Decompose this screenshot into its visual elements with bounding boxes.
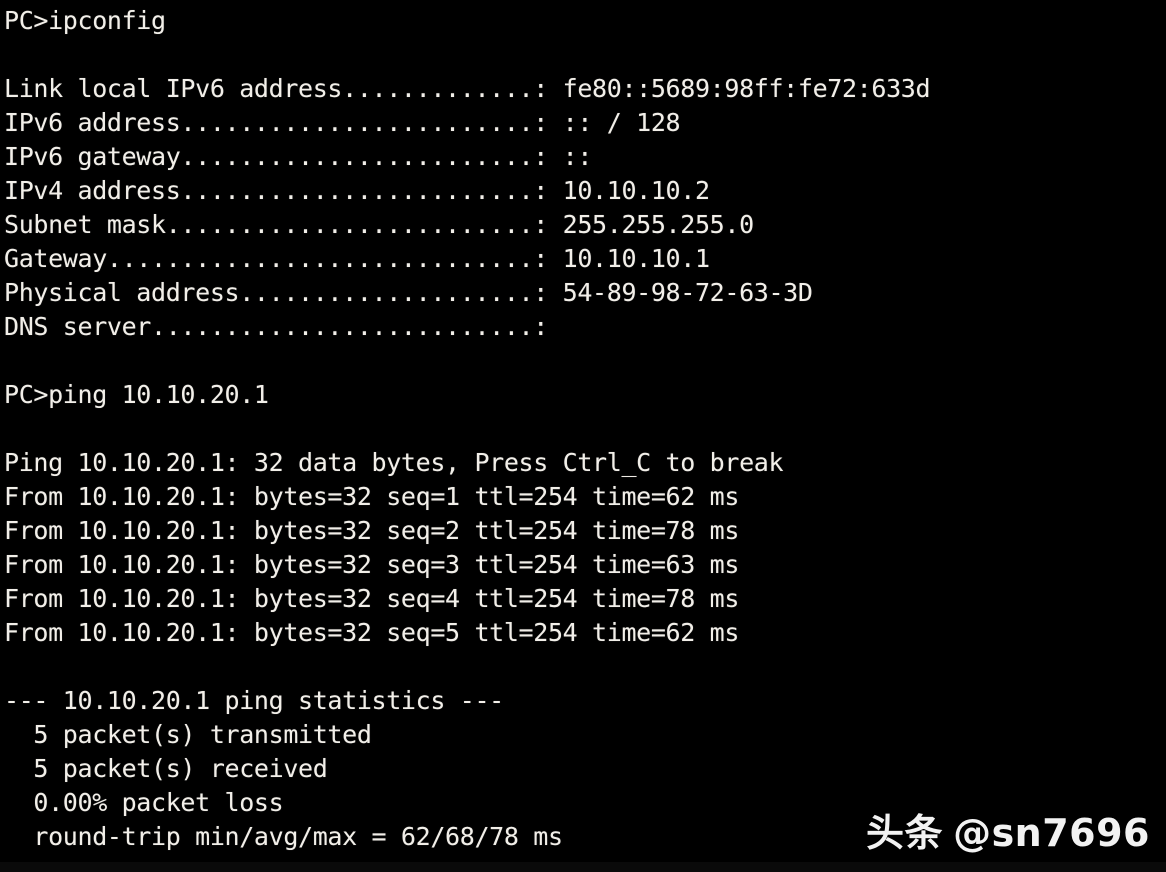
console-line: Ping 10.10.20.1: 32 data bytes, Press Ct… [4, 448, 784, 477]
console-line: Subnet mask.........................: 25… [4, 210, 754, 239]
console-output: PC>ipconfig Link local IPv6 address......… [4, 4, 1166, 854]
console-line: PC>ipconfig [4, 6, 166, 35]
console-line: From 10.10.20.1: bytes=32 seq=5 ttl=254 … [4, 618, 740, 647]
console-line: IPv6 gateway........................: :: [4, 142, 593, 171]
console-line: round-trip min/avg/max = 62/68/78 ms [4, 822, 563, 851]
console-line: IPv4 address........................: 10… [4, 176, 710, 205]
console-line: From 10.10.20.1: bytes=32 seq=2 ttl=254 … [4, 516, 740, 545]
console-line: 5 packet(s) received [4, 754, 328, 783]
console-line: 5 packet(s) transmitted [4, 720, 372, 749]
console-line: Link local IPv6 address.............: fe… [4, 74, 931, 103]
console-line: From 10.10.20.1: bytes=32 seq=3 ttl=254 … [4, 550, 740, 579]
console-line: IPv6 address........................: ::… [4, 108, 681, 137]
terminal-window[interactable]: PC>ipconfig Link local IPv6 address......… [0, 0, 1166, 872]
console-line: --- 10.10.20.1 ping statistics --- [4, 686, 504, 715]
console-line: Gateway.............................: 10… [4, 244, 710, 273]
console-line: From 10.10.20.1: bytes=32 seq=1 ttl=254 … [4, 482, 740, 511]
console-line: Physical address....................: 54… [4, 278, 813, 307]
console-line: DNS server..........................: [4, 312, 548, 341]
console-line: From 10.10.20.1: bytes=32 seq=4 ttl=254 … [4, 584, 740, 613]
console-line: PC>ping 10.10.20.1 [4, 380, 269, 409]
console-line: 0.00% packet loss [4, 788, 284, 817]
